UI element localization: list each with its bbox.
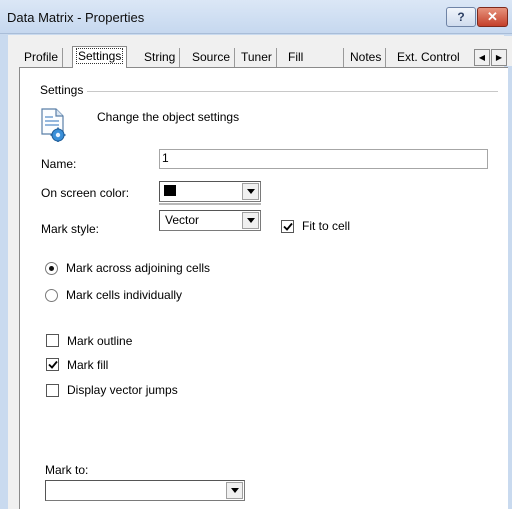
mark-across-adjoining-radio[interactable] <box>45 262 58 275</box>
group-title: Settings <box>40 83 88 97</box>
settings-document-icon <box>41 108 66 142</box>
mark-fill-checkbox[interactable] <box>46 358 59 371</box>
mark-fill-label: Mark fill <box>67 358 109 372</box>
color-swatch <box>164 185 176 196</box>
mark-style-dropdown[interactable]: Vector <box>159 210 261 231</box>
chevron-down-icon <box>230 488 239 493</box>
mark-style-value: Vector <box>165 213 200 227</box>
tab-tuner[interactable]: Tuner <box>237 48 277 68</box>
name-field[interactable]: 1 <box>159 149 488 169</box>
tab-string[interactable]: String <box>140 48 181 68</box>
arrow-right-icon: ▶ <box>495 53 503 62</box>
mark-outline-label: Mark outline <box>67 334 133 348</box>
title-bar[interactable]: Data Matrix - Properties ? ✕ <box>0 0 512 34</box>
mark-across-adjoining-label: Mark across adjoining cells <box>66 261 211 275</box>
tab-notes[interactable]: Notes <box>346 48 387 68</box>
radio-selected-dot <box>49 266 54 271</box>
close-button[interactable]: ✕ <box>477 7 508 27</box>
tab-fill[interactable]: Fill <box>284 48 344 68</box>
mark-to-label: Mark to: <box>45 463 89 477</box>
mark-style-label: Mark style: <box>41 222 100 236</box>
tab-strip: Profile Settings String Source Tuner Fil… <box>8 36 512 68</box>
group-divider <box>40 91 498 92</box>
name-label: Name: <box>41 157 77 171</box>
mark-to-dropdown[interactable] <box>45 480 245 501</box>
check-icon <box>283 222 293 231</box>
help-icon: ? <box>457 10 465 24</box>
tab-scroll-left-button[interactable]: ◀ <box>474 49 490 66</box>
dropdown-button[interactable] <box>242 212 259 229</box>
tab-settings[interactable]: Settings <box>72 46 128 68</box>
tab-source[interactable]: Source <box>188 48 236 68</box>
close-icon: ✕ <box>487 9 498 24</box>
tab-scroll-right-button[interactable]: ▶ <box>491 49 507 66</box>
on-screen-color-dropdown[interactable] <box>159 181 261 202</box>
chevron-down-icon <box>246 218 255 223</box>
tab-profile[interactable]: Profile <box>20 48 64 68</box>
mark-cells-individually-radio[interactable] <box>45 289 58 302</box>
tab-ext-control[interactable]: Ext. Control <box>393 48 464 68</box>
settings-description: Change the object settings <box>97 110 240 124</box>
mark-outline-checkbox[interactable] <box>46 334 59 347</box>
chevron-down-icon <box>246 189 255 194</box>
fit-to-cell-checkbox[interactable] <box>281 220 294 233</box>
display-vector-jumps-label: Display vector jumps <box>67 383 178 397</box>
dropdown-button[interactable] <box>226 482 243 499</box>
check-icon <box>48 360 58 369</box>
color-underline <box>159 203 261 205</box>
mark-cells-individually-label: Mark cells individually <box>66 288 183 302</box>
dropdown-button[interactable] <box>242 183 259 200</box>
fit-to-cell-label: Fit to cell <box>302 219 351 233</box>
on-screen-color-label: On screen color: <box>41 186 130 200</box>
display-vector-jumps-checkbox[interactable] <box>46 384 59 397</box>
help-button[interactable]: ? <box>446 7 476 27</box>
window-title: Data Matrix - Properties <box>7 10 145 25</box>
arrow-left-icon: ◀ <box>478 53 486 62</box>
